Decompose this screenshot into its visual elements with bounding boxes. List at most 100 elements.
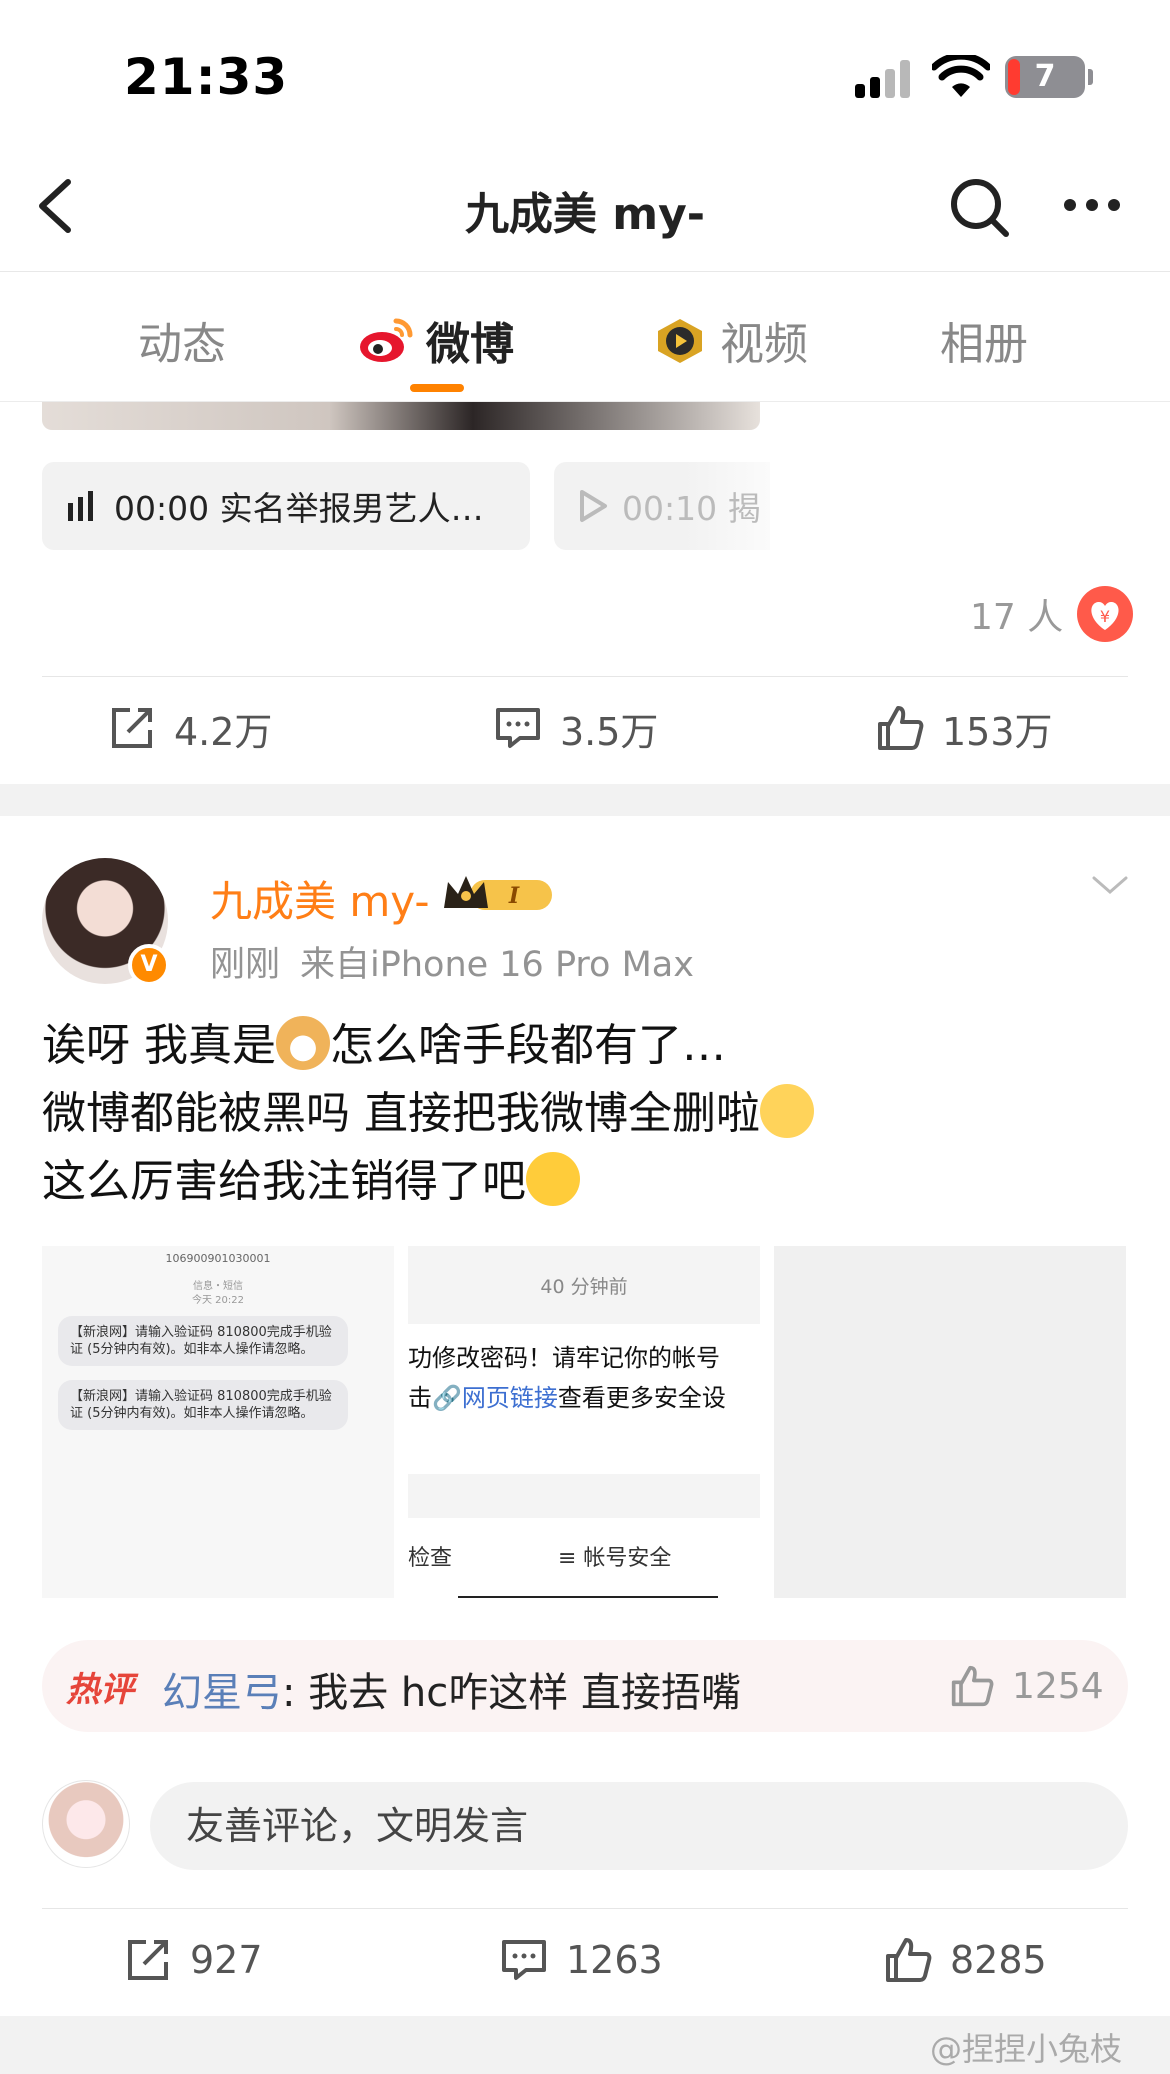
video-chip[interactable]: 00:10 揭: [554, 462, 770, 550]
repost-count: 927: [190, 1938, 263, 1982]
tab-label: 动态: [138, 319, 226, 370]
notice-line2a: 击: [408, 1384, 432, 1412]
repost-icon: [112, 708, 152, 748]
status-time: 21:33: [124, 48, 289, 106]
home-indicator: [458, 1596, 718, 1598]
post-text-line1: 诶呀 我真是: [42, 1020, 276, 1071]
post-source[interactable]: 来自iPhone 16 Pro Max: [300, 945, 694, 985]
battery-level: 7: [1034, 59, 1056, 94]
post-image-sms[interactable]: 106900901030001 信息・短信 今天 20:22 【新浪网】请输入验…: [42, 1246, 394, 1598]
tab-label: 相册: [940, 319, 1028, 370]
post-separator: [0, 784, 1170, 816]
notice-line1: 功修改密码！请牢记你的帐号: [408, 1344, 720, 1372]
back-arrow-icon[interactable]: [28, 176, 88, 236]
post-text-line1b: 怎么啥手段都有了…: [330, 1020, 726, 1071]
notice-line2: 击🔗网页链接查看更多安全设: [408, 1378, 726, 1413]
post-text-line2: 微博都能被黑吗 直接把我微博全删啦: [42, 1088, 760, 1139]
my-avatar[interactable]: [42, 1780, 130, 1868]
more-icon[interactable]: [1062, 190, 1122, 220]
like-count: 8285: [950, 1938, 1047, 1982]
sms-number: 106900901030001: [165, 1252, 271, 1265]
tab-album[interactable]: 相册: [940, 310, 1028, 370]
verified-badge-icon: V: [128, 944, 170, 986]
battery-icon: 7: [1005, 56, 1085, 98]
hot-comment-user[interactable]: 幻星弓: [162, 1670, 282, 1716]
vip-crown-badge-icon[interactable]: I: [440, 870, 556, 918]
post-image-bottom[interactable]: [42, 402, 760, 430]
tab-weibo[interactable]: 微博: [356, 310, 514, 370]
svg-text:¥: ¥: [1100, 607, 1110, 626]
like-button[interactable]: 153万: [876, 678, 1053, 778]
repost-count: 4.2万: [174, 709, 273, 754]
play-icon: [580, 490, 607, 522]
repost-button[interactable]: 4.2万: [108, 678, 272, 778]
comment-icon: [496, 708, 540, 748]
search-icon[interactable]: [948, 176, 1010, 238]
sms-bubble: 【新浪网】请输入验证码 810800完成手机验证 (5分钟内有效)。如非本人操作…: [58, 1380, 348, 1430]
eye-roll-emoji-icon: [760, 1084, 814, 1138]
tab-label: 视频: [720, 319, 808, 370]
tab-video[interactable]: 视频: [650, 310, 808, 370]
svg-text:I: I: [508, 883, 520, 909]
nav-bar: 九成美 my-: [0, 150, 1170, 272]
post-time: 刚刚: [210, 945, 281, 985]
status-bar: 21:33 7: [0, 0, 1170, 150]
video-chip-label: 00:10 揭: [622, 489, 761, 528]
notice-time: 40 分钟前: [540, 1276, 628, 1298]
post2-action-row: 927 1263 8285: [0, 1910, 1170, 2010]
comment-count: 3.5万: [560, 709, 659, 754]
reward-count: 17 人: [970, 597, 1064, 638]
hot-comment[interactable]: 热评 幻星弓: 我去 hc咋这样 直接捂嘴 1254: [42, 1640, 1128, 1732]
divider: [42, 1908, 1128, 1909]
comment-button[interactable]: 3.5万: [494, 678, 658, 778]
divider: [42, 676, 1128, 677]
sms-subtitle-line1: 信息・短信: [193, 1281, 243, 1292]
post1-action-row: 4.2万 3.5万 153万: [0, 678, 1170, 778]
post-text: 诶呀 我真是 怎么啥手段都有了… 微博都能被黑吗 直接把我微博全删啦 这么厉害给我…: [42, 1012, 1132, 1216]
hot-comment-like-count: 1254: [1012, 1665, 1104, 1707]
notice-link: 🔗网页链接: [432, 1384, 558, 1412]
notice-tools: 检查 ≡ 帐号安全: [408, 1518, 760, 1598]
sms-subtitle-line2: 今天 20:22: [192, 1295, 244, 1306]
hot-comment-text: 幻星弓: 我去 hc咋这样 直接捂嘴: [162, 1660, 741, 1718]
author-name[interactable]: 九成美 my-: [210, 868, 430, 929]
post-text-line3: 这么厉害给我注销得了吧: [42, 1156, 526, 1207]
hot-comment-badge: 热评: [66, 1670, 134, 1710]
reward-row[interactable]: 17 人 ¥: [970, 586, 1134, 642]
thumbs-up-icon: [886, 1938, 932, 1982]
audio-chip[interactable]: 00:00 实名举报男艺人…: [42, 462, 530, 550]
notice-tool-security: ≡ 帐号安全: [558, 1546, 672, 1571]
tab-feed[interactable]: 动态: [138, 310, 226, 370]
like-button[interactable]: 8285: [884, 1910, 1047, 2010]
repost-button[interactable]: 927: [124, 1910, 263, 2010]
battery-cap: [1088, 69, 1093, 85]
chevron-down-icon[interactable]: [1090, 870, 1130, 900]
comment-count: 1263: [566, 1938, 663, 1982]
hot-comment-body: : 我去 hc咋这样 直接捂嘴: [282, 1670, 741, 1716]
reward-heart-icon: ¥: [1077, 586, 1134, 642]
watermark: @捏捏小兔枝: [930, 2030, 1123, 2068]
comment-input[interactable]: [150, 1782, 1128, 1870]
active-tab-indicator: [410, 384, 464, 392]
thumbs-up-icon: [878, 706, 924, 750]
notice-line2b: 查看更多安全设: [557, 1384, 726, 1412]
notice-tool-check: 检查: [408, 1546, 453, 1571]
post-image-blank[interactable]: [774, 1246, 1126, 1598]
notice-body: 功修改密码！请牢记你的帐号 击🔗网页链接查看更多安全设: [408, 1324, 760, 1474]
audio-chip-label: 00:00 实名举报男艺人…: [114, 489, 484, 528]
dog-emoji-icon: [276, 1016, 330, 1070]
like-count: 153万: [942, 709, 1053, 754]
comment-button[interactable]: 1263: [500, 1910, 663, 2010]
sms-subtitle: 信息・短信 今天 20:22: [42, 1280, 394, 1308]
page-title: 九成美 my-: [464, 189, 706, 240]
tab-label: 微博: [426, 319, 514, 370]
repost-icon: [128, 1940, 168, 1980]
hot-comment-like-button[interactable]: 1254: [950, 1658, 1104, 1714]
cellular-signal-icon: [855, 60, 915, 98]
wifi-icon: [932, 55, 990, 97]
sweat-emoji-icon: [526, 1152, 580, 1206]
post-image-notice[interactable]: 40 分钟前 功修改密码！请牢记你的帐号 击🔗网页链接查看更多安全设 检查 ≡ …: [408, 1246, 760, 1598]
video-badge-icon: [658, 319, 702, 363]
audio-bars-icon: [68, 491, 93, 521]
comment-icon: [502, 1940, 546, 1980]
